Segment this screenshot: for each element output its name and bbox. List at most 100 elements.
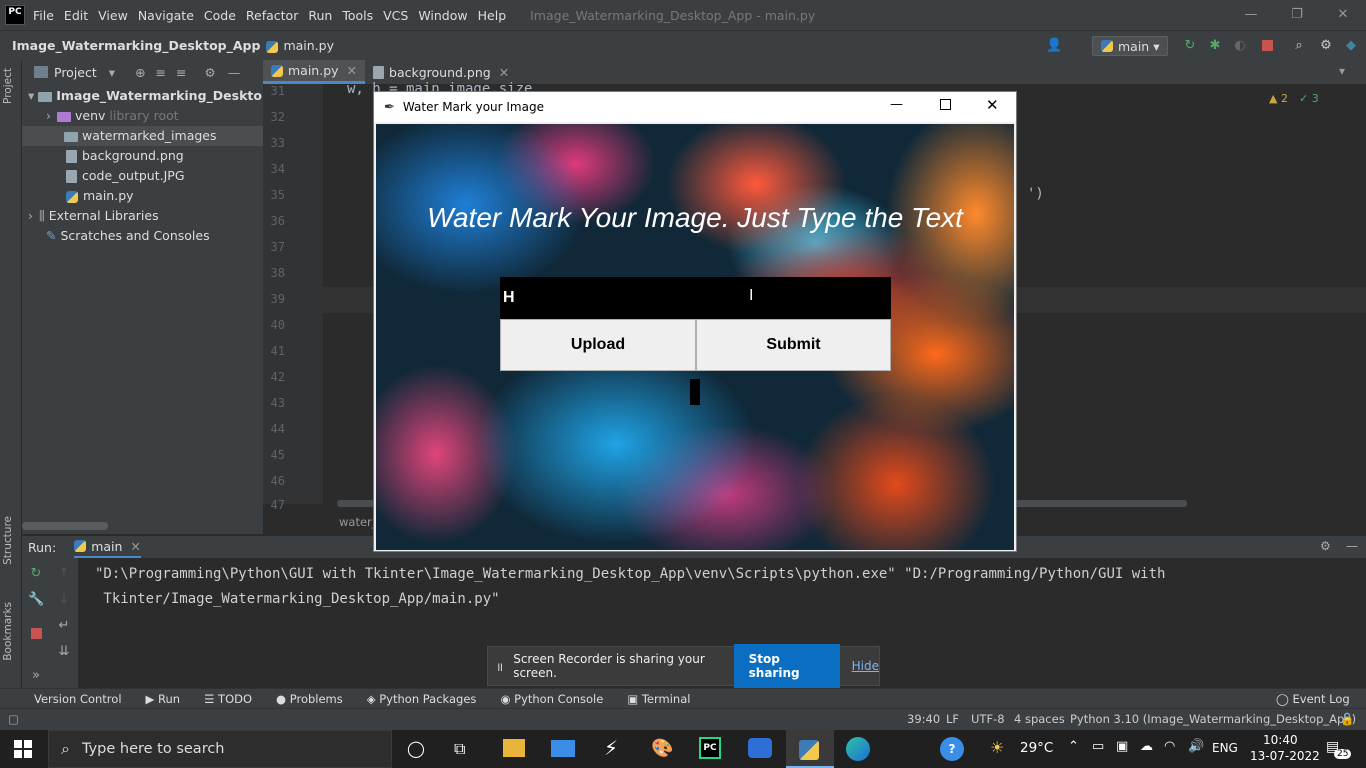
edge-browser-icon[interactable] (846, 737, 870, 761)
settings-gear-icon[interactable]: ⚙ (1318, 38, 1334, 54)
check-count[interactable]: ✓ 3 (1299, 92, 1319, 105)
clock-time[interactable]: 10:40 (1263, 733, 1298, 747)
tab-run[interactable]: ▶ Run (146, 692, 181, 706)
tree-item-scratches[interactable]: ✎ Scratches and Consoles (22, 226, 263, 246)
tab-problems[interactable]: ● Problems (276, 692, 343, 706)
minimize-button[interactable]: — (1228, 0, 1274, 30)
wifi-icon[interactable]: ◠ (1164, 739, 1175, 754)
collapse-all-icon[interactable]: ≡ (176, 65, 186, 80)
tab-python-packages[interactable]: ◈ Python Packages (367, 692, 477, 706)
recorder-tray-icon[interactable]: ▣ (1116, 739, 1128, 754)
search-icon[interactable]: ⌕ (1291, 38, 1307, 54)
ide-update-icon[interactable]: ◆ (1343, 38, 1359, 54)
menu-window[interactable]: Window (418, 8, 467, 23)
menu-file[interactable]: File (33, 8, 54, 23)
volume-icon[interactable]: 🔊 (1188, 739, 1204, 754)
tray-chevron-icon[interactable]: ⌃ (1068, 739, 1079, 754)
structure-tool-tab[interactable]: Structure (2, 516, 14, 565)
weather-icon[interactable]: ☀ (990, 738, 1004, 757)
coverage-icon[interactable]: ◐ (1232, 38, 1248, 54)
battery-icon[interactable]: ▭ (1092, 739, 1104, 754)
stop-icon[interactable] (31, 628, 42, 639)
horizontal-scrollbar[interactable] (22, 522, 108, 530)
hide-link[interactable]: Hide (852, 659, 879, 673)
editor-breadcrumb[interactable]: water_ (339, 515, 378, 529)
menu-refactor[interactable]: Refactor (246, 8, 298, 23)
tree-item-venv[interactable]: › venv library root (22, 106, 263, 126)
stop-sharing-button[interactable]: Stop sharing (733, 644, 840, 688)
menu-edit[interactable]: Edit (64, 8, 88, 23)
close-button[interactable]: ✕ (1320, 0, 1366, 30)
rerun-icon[interactable]: ↻ (28, 566, 44, 582)
project-title[interactable]: Project (54, 65, 97, 80)
paint-icon[interactable]: 🎨 (651, 738, 673, 759)
run-config-select[interactable]: main ▾ (1092, 36, 1169, 56)
menu-help[interactable]: Help (478, 8, 507, 23)
tree-item-watermarked-images[interactable]: watermarked_images (22, 126, 263, 146)
tree-item-external-libraries[interactable]: › ⫼ External Libraries (22, 206, 263, 226)
tree-item-root[interactable]: ▾ Image_Watermarking_Desktop_App (22, 86, 305, 106)
tree-item-main-py[interactable]: main.py (22, 186, 263, 206)
menu-navigate[interactable]: Navigate (138, 8, 194, 23)
tab-python-console[interactable]: ◉ Python Console (500, 692, 603, 706)
app-minimize-button[interactable]: — (890, 97, 903, 112)
locate-icon[interactable]: ⊕ (135, 65, 145, 80)
recorder-icon[interactable] (748, 738, 772, 758)
language-indicator[interactable]: ENG (1212, 741, 1238, 755)
scroll-up-icon[interactable]: ↑ (56, 566, 72, 582)
app-icon[interactable]: ⚡ (604, 736, 618, 760)
close-tab-icon[interactable]: ✕ (347, 63, 357, 78)
watermark-text-input[interactable]: HI (500, 277, 891, 319)
run-tab-main[interactable]: main ✕ (74, 536, 141, 558)
python-interpreter[interactable]: Python 3.10 (Image_Watermarking_Desktop_… (1070, 712, 1356, 726)
tab-menu-chevron-icon[interactable]: ▾ (1339, 64, 1345, 78)
taskbar-search[interactable]: ⌕ Type here to search (48, 730, 392, 768)
layout-toggle-icon[interactable]: ▢ (8, 712, 19, 726)
expand-all-icon[interactable]: ≡ (156, 65, 166, 80)
pycharm-taskbar-icon[interactable]: PC (699, 737, 721, 759)
app-maximize-button[interactable] (940, 99, 951, 110)
chevron-down-icon[interactable]: ▾ (109, 65, 115, 80)
close-tab-icon[interactable]: ✕ (499, 65, 509, 80)
menu-view[interactable]: View (98, 8, 128, 23)
clock-date[interactable]: 13-07-2022 (1250, 749, 1320, 763)
run-settings-gear-icon[interactable]: ⚙ (1320, 539, 1331, 553)
bookmarks-tool-tab[interactable]: Bookmarks (2, 602, 14, 661)
tab-terminal[interactable]: ▣ Terminal (627, 692, 690, 706)
tab-version-control[interactable]: Version Control (34, 692, 122, 706)
submit-button[interactable]: Submit (696, 319, 891, 371)
close-tab-icon[interactable]: ✕ (130, 539, 140, 554)
tree-item-background-png[interactable]: background.png (22, 146, 263, 166)
event-log-tab[interactable]: ◯ Event Log (1276, 692, 1350, 706)
debug-icon[interactable]: ✱ (1207, 38, 1223, 54)
cortana-icon[interactable]: ◯ (407, 739, 425, 758)
breadcrumb-project[interactable]: Image_Watermarking_Desktop_App (12, 38, 260, 53)
python-taskbar-icon[interactable] (786, 730, 834, 768)
app-close-button[interactable]: ✕ (986, 96, 999, 114)
scroll-down-icon[interactable]: ↓ (56, 592, 72, 608)
warning-count[interactable]: ▲ 2 (1269, 92, 1288, 105)
breadcrumb-file[interactable]: main.py (266, 38, 334, 53)
file-encoding[interactable]: UTF-8 (971, 712, 1005, 726)
rerun-icon[interactable]: ↻ (1182, 38, 1198, 54)
upload-button[interactable]: Upload (500, 319, 696, 371)
project-tool-tab[interactable]: Project (2, 68, 14, 104)
more-icon[interactable]: » (28, 668, 44, 684)
tree-item-code-output-jpg[interactable]: code_output.JPG (22, 166, 263, 186)
menu-code[interactable]: Code (204, 8, 236, 23)
mail-icon[interactable] (551, 740, 575, 757)
task-view-icon[interactable]: ⧉ (454, 739, 465, 759)
user-icon[interactable]: 👤 (1046, 38, 1062, 54)
stop-icon[interactable] (1262, 40, 1273, 51)
soft-wrap-icon[interactable]: ↵ (56, 618, 72, 634)
scroll-to-end-icon[interactable]: ⇊ (56, 644, 72, 660)
menu-tools[interactable]: Tools (342, 8, 373, 23)
windows-start-icon[interactable] (14, 740, 32, 758)
caret-position[interactable]: 39:40 (907, 712, 940, 726)
hide-run-panel-icon[interactable]: — (1346, 539, 1358, 553)
menu-vcs[interactable]: VCS (383, 8, 408, 23)
lock-icon[interactable]: 🔓 (1340, 712, 1354, 726)
restore-button[interactable]: ❐ (1274, 0, 1320, 30)
weather-temp[interactable]: 29°C (1020, 740, 1053, 756)
options-gear-icon[interactable]: ⚙ (205, 65, 216, 80)
